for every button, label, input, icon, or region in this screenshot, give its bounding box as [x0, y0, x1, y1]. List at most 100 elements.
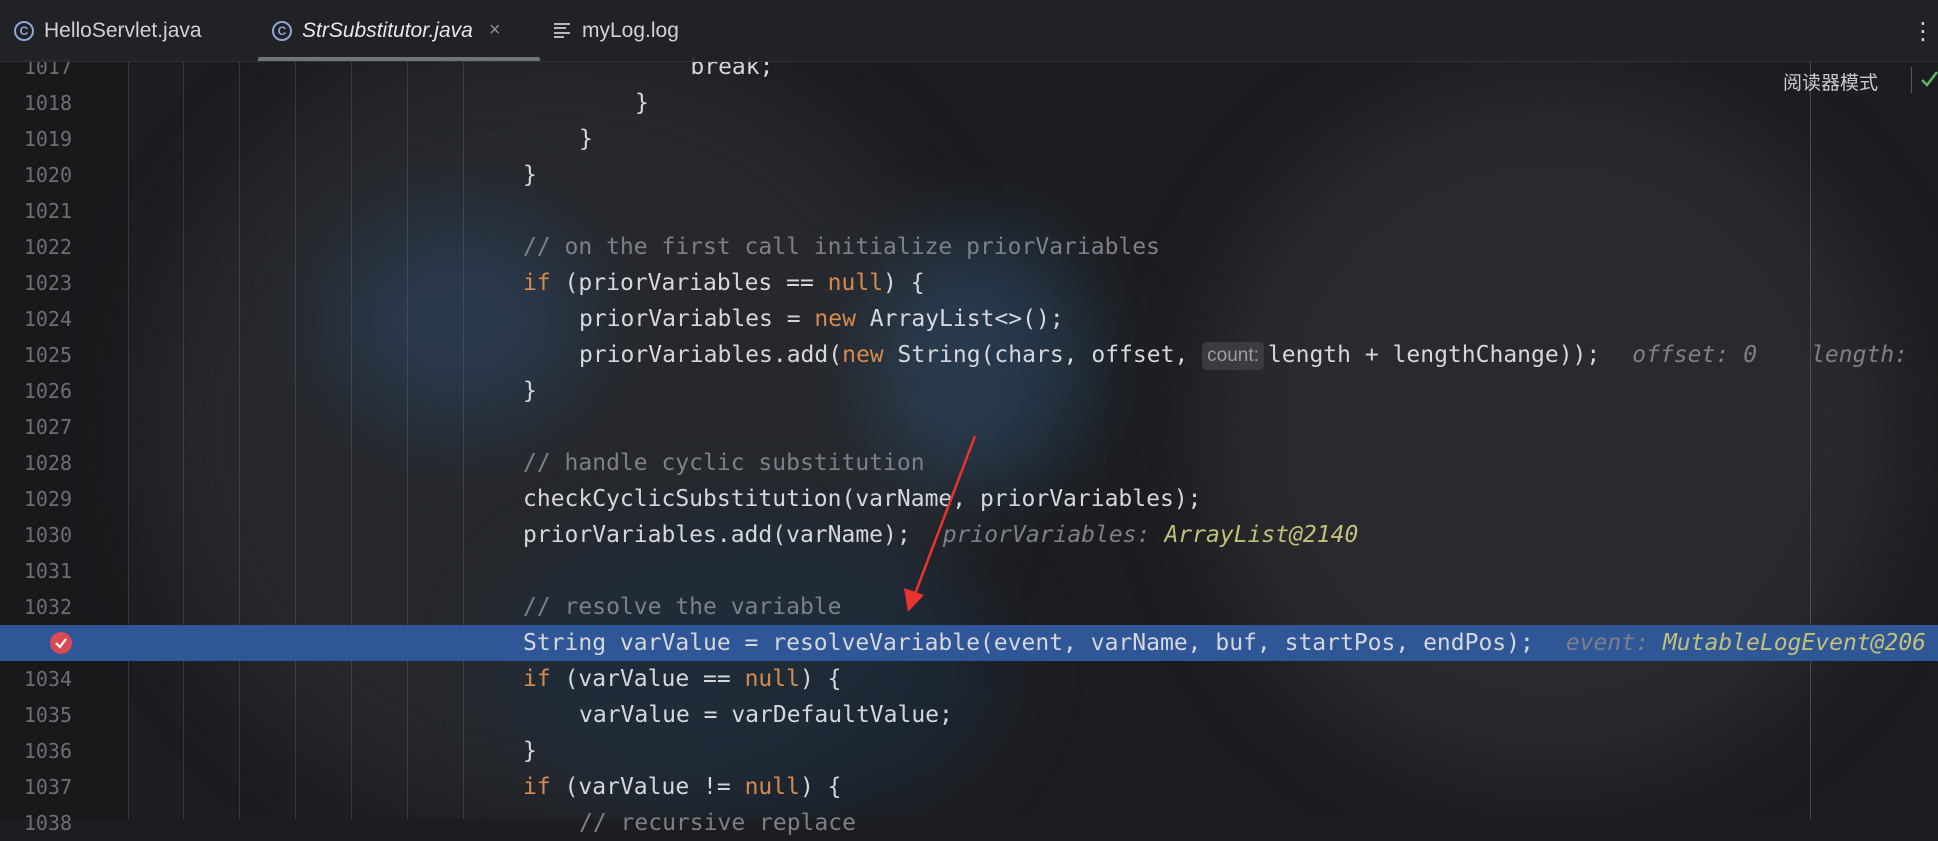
code-text: // handle cyclic substitution [523, 445, 925, 481]
line-number: 1023 [23, 271, 72, 295]
code-token: ) { [799, 774, 842, 800]
line-number: 1019 [23, 127, 72, 151]
java-class-icon: C [14, 20, 34, 41]
debug-value: ArrayList@2140 [1164, 522, 1359, 548]
code-line[interactable]: 1036} [0, 733, 1938, 769]
code-text: // on the first call initialize priorVar… [523, 229, 1160, 265]
code-line[interactable]: 1019} [0, 121, 1938, 157]
breakpoint-icon[interactable] [50, 632, 72, 654]
line-number: 1020 [23, 163, 72, 187]
code-line[interactable]: 1028 // handle cyclic substitution [0, 445, 1938, 481]
code-token: ArrayList<>(); [855, 306, 1064, 332]
code-line[interactable]: 1021 [0, 193, 1938, 229]
code-token: ) { [883, 270, 925, 296]
code-comment: // on the first call initialize priorVar… [523, 234, 1160, 260]
code-text: priorVariables.add(new String(chars, off… [579, 337, 1908, 373]
code-line[interactable]: 1035 varValue = varDefaultValue; [0, 697, 1938, 733]
code-text: priorVariables.add(varName); priorVariabl… [523, 517, 1358, 553]
debug-value: 0 [1743, 342, 1758, 368]
line-number: 1021 [23, 199, 72, 223]
keyword: null [744, 666, 800, 692]
line-number: 1029 [23, 487, 72, 511]
keyword: null [827, 270, 884, 296]
code-comment: // handle cyclic substitution [523, 450, 925, 476]
line-number: 1024 [23, 307, 72, 331]
code-text: priorVariables = new ArrayList<>(); [579, 301, 1064, 337]
code-text: } [579, 121, 593, 157]
line-number: 1032 [23, 595, 72, 619]
code-line[interactable]: 1038 // recursive replace [0, 805, 1938, 841]
tab-mylog[interactable]: myLog.log [540, 0, 697, 61]
code-text: if (varValue == null) { [523, 661, 842, 697]
debug-value-hint: priorVariables: [942, 522, 1151, 548]
code-line[interactable]: 1023 if (priorVariables == null) { [0, 265, 1938, 301]
code-token: String(chars, offset, [883, 342, 1203, 368]
check-icon [1921, 71, 1938, 87]
code-line[interactable]: 1027 [0, 409, 1938, 445]
close-icon[interactable]: × [489, 19, 501, 42]
code-line[interactable]: 1029 checkCyclicSubstitution(varName, pri… [0, 481, 1938, 517]
line-number: 1022 [23, 235, 72, 259]
code-comment: // recursive replace [579, 810, 856, 836]
code-line[interactable]: 1020} [0, 157, 1938, 193]
code-text: checkCyclicSubstitution(varName, priorVa… [523, 481, 1202, 517]
keyword: new [842, 342, 884, 368]
tab-label: HelloServlet.java [44, 18, 202, 42]
code-text: varValue = varDefaultValue; [579, 697, 953, 733]
code-line[interactable]: 1032 // resolve the variable [0, 589, 1938, 625]
code-text: } [523, 157, 537, 193]
code-editor[interactable]: 1017 break; 1018} 1019} 1020} 1021 1022// on … [0, 54, 1938, 836]
code-token: length + lengthChange)); [1267, 342, 1601, 368]
line-number: 1031 [23, 559, 72, 583]
keyword: new [814, 306, 856, 332]
code-text: } [523, 733, 537, 769]
code-line[interactable]: 1034 if (varValue == null) { [0, 661, 1938, 697]
debug-value-hint: event: [1565, 630, 1649, 656]
debug-value-hint: length: [1811, 342, 1908, 368]
line-number: 1028 [23, 451, 72, 475]
code-token: (varValue == [550, 666, 745, 692]
line-number: 1026 [23, 379, 72, 403]
debug-value-hint: offset: [1632, 342, 1730, 368]
code-token: (priorVariables == [550, 270, 828, 296]
code-token: checkCyclicSubstitution(varName, priorVa… [523, 486, 1202, 512]
code-token: String varValue = resolveVariable(event,… [523, 630, 1534, 656]
code-token: } [523, 738, 537, 764]
tab-label: myLog.log [582, 18, 679, 42]
divider [1911, 67, 1912, 93]
more-options-icon[interactable]: ⋮ [1908, 0, 1938, 61]
code-token: varValue = varDefaultValue; [579, 702, 953, 728]
line-number: 1030 [23, 523, 72, 547]
line-number: 1038 [23, 811, 72, 835]
keyword: if [523, 270, 551, 296]
keyword: if [523, 774, 551, 800]
tab-helloservlet[interactable]: C HelloServlet.java [0, 0, 258, 61]
code-text: String varValue = resolveVariable(event,… [523, 625, 1926, 661]
code-token: } [635, 90, 649, 116]
tab-strsubstitutor[interactable]: C StrSubstitutor.java × [258, 0, 540, 61]
parameter-hint: count: [1202, 342, 1264, 370]
code-token: } [579, 126, 593, 152]
debug-value: MutableLogEvent@206 [1662, 630, 1927, 656]
code-text: // resolve the variable [523, 589, 842, 625]
java-class-icon: C [272, 20, 292, 41]
keyword: if [523, 666, 551, 692]
code-line[interactable]: 1030 priorVariables.add(varName); priorVar… [0, 517, 1938, 553]
code-text: } [635, 85, 649, 121]
code-line[interactable]: 1025 priorVariables.add(new String(chars,… [0, 337, 1938, 373]
code-line[interactable]: 1018} [0, 85, 1938, 121]
line-number: 1025 [23, 343, 72, 367]
code-token: } [523, 162, 537, 188]
code-line[interactable]: 1024 priorVariables = new ArrayList<>(); [0, 301, 1938, 337]
code-text: if (priorVariables == null) { [523, 265, 925, 301]
line-number: 1034 [23, 667, 72, 691]
code-text: } [523, 373, 537, 409]
reader-mode-button[interactable]: 阅读器模式 [1783, 68, 1878, 95]
code-line[interactable]: 1037 if (varValue != null) { [0, 769, 1938, 805]
code-line[interactable]: 1022 // on the first call initialize prio… [0, 229, 1938, 265]
code-line[interactable]: 1031 [0, 553, 1938, 589]
line-number: 1035 [23, 703, 72, 727]
current-execution-line[interactable]: 1033String varValue = resolveVariable(ev… [0, 625, 1938, 661]
code-token: (varValue != [550, 774, 745, 800]
code-line[interactable]: 1026} [0, 373, 1938, 409]
